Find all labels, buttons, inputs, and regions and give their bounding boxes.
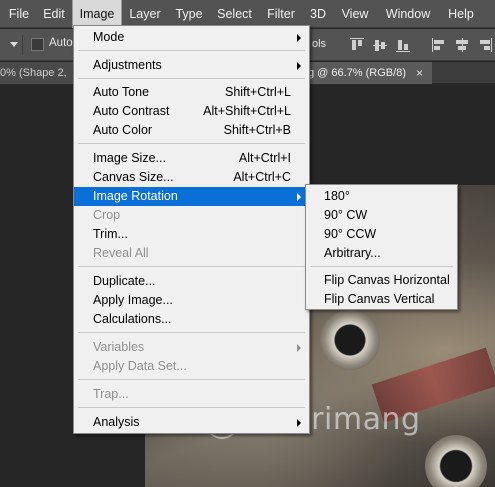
menu-help[interactable]: Help xyxy=(443,0,479,28)
menu-item-auto-contrast[interactable]: Auto Contrast Alt+Shift+Ctrl+L xyxy=(74,102,309,121)
document-tab-active[interactable]: g @ 66.7% (RGB/8) × xyxy=(308,62,432,84)
menu-item-label: Analysis xyxy=(93,415,140,429)
menu-filter[interactable]: Filter xyxy=(261,0,301,28)
menu-item-shortcut: Alt+Ctrl+I xyxy=(238,151,291,165)
divider xyxy=(22,35,23,55)
menu-bar: File Edit Image Layer Type Select Filter… xyxy=(0,0,495,28)
menu-item-label: Apply Data Set... xyxy=(93,359,187,373)
cassette-reel-image xyxy=(425,435,487,487)
menu-separator xyxy=(78,379,305,380)
menu-item-auto-tone[interactable]: Auto Tone Shift+Ctrl+L xyxy=(74,83,309,102)
menu-item-shortcut: Alt+Ctrl+C xyxy=(233,170,291,184)
menu-item-label: Trap... xyxy=(93,387,129,401)
menu-item-label: Adjustments xyxy=(93,58,162,72)
menu-separator xyxy=(78,266,305,267)
menu-item-shortcut: Shift+Ctrl+L xyxy=(224,85,291,99)
submenu-arrow-icon xyxy=(297,34,301,42)
menu-layer[interactable]: Layer xyxy=(125,0,165,28)
close-tab-icon[interactable]: × xyxy=(416,62,423,84)
menu-edit[interactable]: Edit xyxy=(37,0,71,28)
menu-3d[interactable]: 3D xyxy=(304,0,332,28)
menu-item-label: 90° CCW xyxy=(324,227,377,241)
align-top-icon[interactable] xyxy=(350,38,364,52)
menu-item-rotate-180[interactable]: 180° xyxy=(306,187,457,206)
menu-item-label: Reveal All xyxy=(93,246,149,260)
menu-item-label: Crop xyxy=(93,208,121,222)
menu-item-label: Auto Contrast xyxy=(93,104,170,118)
menu-separator xyxy=(78,143,305,144)
menu-item-label: 90° CW xyxy=(324,208,368,222)
menu-item-label: Calculations... xyxy=(93,312,172,326)
align-vertical-center-icon[interactable] xyxy=(373,38,387,52)
align-left-icon[interactable] xyxy=(432,38,446,52)
menu-item-label: 180° xyxy=(324,189,350,203)
menu-item-trim[interactable]: Trim... xyxy=(74,225,309,244)
menu-item-mode[interactable]: Mode xyxy=(74,28,309,47)
tool-preset-dropdown-icon[interactable] xyxy=(10,42,18,47)
tab-title: 0% (Shape 2, xyxy=(0,67,67,79)
align-horizontal-center-icon[interactable] xyxy=(455,38,469,52)
menu-item-label: Duplicate... xyxy=(93,274,156,288)
menu-type[interactable]: Type xyxy=(169,0,209,28)
menu-separator xyxy=(78,332,305,333)
submenu-arrow-icon xyxy=(297,419,301,427)
menu-item-label: Mode xyxy=(93,30,125,44)
menu-separator xyxy=(78,78,305,79)
menu-item-image-rotation[interactable]: Image Rotation xyxy=(74,187,309,206)
menu-item-rotate-90-ccw[interactable]: 90° CCW xyxy=(306,225,457,244)
menu-item-label: Flip Canvas Horizontal xyxy=(324,273,450,287)
menu-item-calculations[interactable]: Calculations... xyxy=(74,310,309,329)
menu-item-reveal-all[interactable]: Reveal All xyxy=(74,244,309,263)
menu-item-label: Trim... xyxy=(93,227,128,241)
submenu-arrow-icon xyxy=(297,62,301,70)
menu-separator xyxy=(310,266,453,267)
menu-item-label: Auto Tone xyxy=(93,85,150,99)
menu-view[interactable]: View xyxy=(336,0,374,28)
menu-item-analysis[interactable]: Analysis xyxy=(74,413,309,432)
menu-select[interactable]: Select xyxy=(212,0,257,28)
align-bottom-icon[interactable] xyxy=(396,38,410,52)
menu-item-variables[interactable]: Variables xyxy=(74,338,309,357)
menu-image[interactable]: Image xyxy=(72,0,122,28)
menu-item-label: Canvas Size... xyxy=(93,170,174,184)
menu-item-shortcut: Alt+Shift+Ctrl+L xyxy=(203,104,291,118)
submenu-arrow-icon xyxy=(297,193,301,201)
menu-item-label: Image Size... xyxy=(93,151,166,165)
menu-item-crop[interactable]: Crop xyxy=(74,206,309,225)
menu-item-canvas-size[interactable]: Canvas Size... Alt+Ctrl+C xyxy=(74,168,309,187)
menu-item-adjustments[interactable]: Adjustments xyxy=(74,56,309,75)
align-right-icon[interactable] xyxy=(478,38,492,52)
image-rotation-submenu: 180° 90° CW 90° CCW Arbitrary... Flip Ca… xyxy=(305,184,458,310)
menu-item-rotate-90-cw[interactable]: 90° CW xyxy=(306,206,457,225)
menu-item-label: Apply Image... xyxy=(93,293,173,307)
menu-item-image-size[interactable]: Image Size... Alt+Ctrl+I xyxy=(74,149,309,168)
menu-window[interactable]: Window xyxy=(378,0,438,28)
menu-separator xyxy=(78,50,305,51)
menu-item-label: Variables xyxy=(93,340,145,354)
menu-item-label: Arbitrary... xyxy=(324,246,381,260)
menu-item-auto-color[interactable]: Auto Color Shift+Ctrl+B xyxy=(74,121,309,140)
submenu-arrow-icon xyxy=(297,344,301,352)
menu-item-flip-canvas-vertical[interactable]: Flip Canvas Vertical xyxy=(306,290,457,309)
menu-separator xyxy=(78,407,305,408)
menu-item-shortcut: Shift+Ctrl+B xyxy=(223,123,291,137)
menu-item-apply-data-set[interactable]: Apply Data Set... xyxy=(74,357,309,376)
menu-item-apply-image[interactable]: Apply Image... xyxy=(74,291,309,310)
menu-item-duplicate[interactable]: Duplicate... xyxy=(74,272,309,291)
cassette-reel-image xyxy=(320,310,380,370)
document-tab-shape[interactable]: 0% (Shape 2, xyxy=(0,62,73,84)
menu-item-flip-canvas-horizontal[interactable]: Flip Canvas Horizontal xyxy=(306,271,457,290)
menu-item-label: Auto Color xyxy=(93,123,153,137)
menu-item-label: Image Rotation xyxy=(93,189,178,203)
show-transform-controls-label: ols xyxy=(312,38,327,50)
menu-item-trap[interactable]: Trap... xyxy=(74,385,309,404)
menu-file[interactable]: File xyxy=(3,0,35,28)
menu-item-arbitrary[interactable]: Arbitrary... xyxy=(306,244,457,263)
image-menu-dropdown: Mode Adjustments Auto Tone Shift+Ctrl+L … xyxy=(73,25,310,434)
menu-item-label: Flip Canvas Vertical xyxy=(324,292,435,306)
auto-select-checkbox[interactable] xyxy=(31,38,44,51)
tab-title: g @ 66.7% (RGB/8) xyxy=(308,67,406,79)
